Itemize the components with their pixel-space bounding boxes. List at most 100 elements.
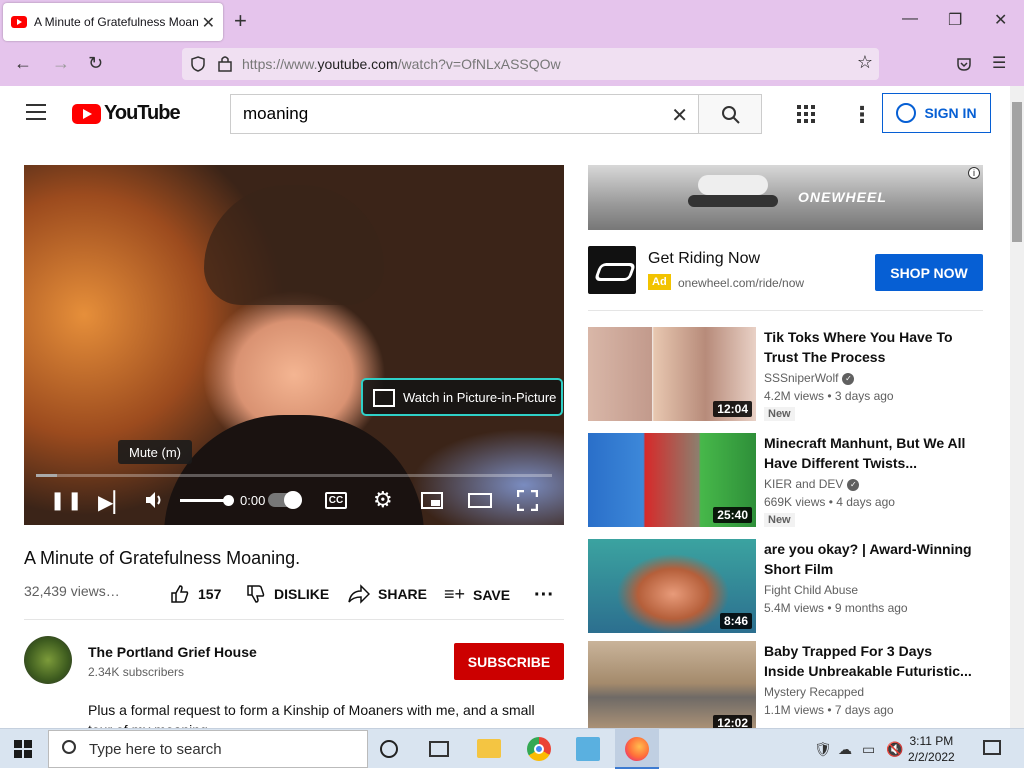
search-input[interactable] bbox=[231, 95, 651, 133]
verified-icon: ✓ bbox=[842, 372, 855, 385]
lock-icon[interactable] bbox=[218, 55, 232, 73]
video-title: A Minute of Gratefulness Moaning. bbox=[24, 548, 301, 568]
page-scrollbar[interactable] bbox=[1010, 86, 1024, 728]
control-panel-icon[interactable] bbox=[576, 737, 600, 761]
shop-now-button[interactable]: SHOP NOW bbox=[875, 254, 983, 291]
widgets-icon[interactable] bbox=[429, 741, 449, 757]
forward-icon[interactable]: → bbox=[52, 53, 70, 74]
reload-icon[interactable]: ↻ bbox=[88, 53, 103, 74]
recommended-video[interactable]: 12:04 Tik Toks Where You Have To Trust T… bbox=[588, 327, 983, 423]
subscribe-button[interactable]: SUBSCRIBE bbox=[454, 643, 564, 680]
save-button[interactable]: ≡+ SAVE bbox=[444, 584, 510, 605]
windows-start-icon[interactable] bbox=[14, 740, 32, 758]
minimize-icon[interactable]: — bbox=[902, 10, 918, 28]
recommended-video[interactable]: 25:40 Minecraft Manhunt, But We All Have… bbox=[588, 433, 983, 529]
video-thumbnail[interactable]: 25:40 bbox=[588, 433, 756, 527]
ad-title[interactable]: Get Riding Now bbox=[648, 250, 760, 268]
fullscreen-icon[interactable] bbox=[517, 490, 538, 511]
settings-gear-icon[interactable]: ⚙ bbox=[373, 487, 393, 513]
like-button[interactable]: 157 bbox=[170, 584, 221, 604]
volume-muted-icon[interactable]: 🔇 bbox=[886, 741, 903, 758]
youtube-logo[interactable]: YouTube bbox=[72, 102, 181, 125]
settings-more-icon[interactable]: ⋮ bbox=[851, 102, 873, 128]
channel-avatar[interactable] bbox=[24, 636, 72, 684]
browser-tab[interactable]: A Minute of Gratefulness Moan ✕ bbox=[3, 3, 223, 41]
recommended-video[interactable]: 12:02 Baby Trapped For 3 Days Inside Unb… bbox=[588, 641, 983, 737]
channel-name[interactable]: The Portland Grief House bbox=[88, 644, 257, 660]
time-display: 0:00 bbox=[240, 493, 266, 508]
advertiser-logo[interactable] bbox=[588, 246, 636, 294]
thumbs-down-icon bbox=[247, 585, 265, 603]
ad-info-icon[interactable]: i bbox=[968, 167, 980, 179]
firefox-taskbar-button[interactable] bbox=[615, 729, 659, 769]
file-explorer-icon[interactable] bbox=[477, 739, 501, 758]
dislike-button[interactable]: DISLIKE bbox=[246, 584, 329, 604]
windows-taskbar: Type here to search 🛡 ☁ ▭ 🔇 3:11 PM 2/2/… bbox=[0, 728, 1024, 769]
pocket-icon[interactable] bbox=[956, 56, 972, 72]
taskbar-search[interactable]: Type here to search bbox=[48, 730, 368, 768]
channel-name: Mystery Recapped bbox=[764, 685, 865, 699]
url-bar[interactable]: https://www.youtube.com/watch?v=OfNLxASS… bbox=[182, 48, 879, 80]
channel-name: Fight Child Abuse bbox=[764, 583, 859, 597]
video-thumbnail[interactable]: 8:46 bbox=[588, 539, 756, 633]
new-tab-icon[interactable]: + bbox=[234, 8, 247, 34]
youtube-favicon-icon bbox=[11, 16, 27, 28]
browser-nav-bar: ← → ↻ https://www.youtube.com/watch?v=Of… bbox=[0, 44, 1024, 86]
progress-bar[interactable] bbox=[36, 474, 552, 477]
channel-name: SSSniperWolf ✓ bbox=[764, 371, 855, 385]
system-clock[interactable]: 3:11 PM 2/2/2022 bbox=[908, 733, 955, 765]
subscriber-count: 2.34K subscribers bbox=[88, 665, 185, 679]
share-icon bbox=[348, 584, 370, 604]
autoplay-toggle[interactable] bbox=[268, 491, 302, 509]
youtube-play-icon bbox=[72, 103, 101, 124]
captions-button[interactable]: CC bbox=[325, 492, 347, 509]
close-tab-icon[interactable]: ✕ bbox=[202, 13, 215, 33]
video-thumbnail[interactable]: 12:02 bbox=[588, 641, 756, 735]
pip-icon bbox=[373, 389, 395, 407]
cloud-icon[interactable]: ☁ bbox=[838, 741, 852, 758]
next-icon[interactable]: ▶▏ bbox=[98, 490, 129, 515]
network-icon[interactable]: ▭ bbox=[862, 741, 875, 758]
video-player[interactable]: Watch in Picture-in-Picture bbox=[24, 165, 564, 525]
security-shield-icon[interactable]: 🛡 bbox=[814, 741, 832, 758]
view-count[interactable]: 32,439 views… bbox=[24, 583, 120, 599]
thumbs-up-icon bbox=[171, 585, 189, 603]
mute-tooltip: Mute (m) bbox=[118, 440, 192, 464]
task-view-icon[interactable] bbox=[380, 740, 398, 758]
ad-banner-image[interactable]: ONEWHEEL i bbox=[588, 165, 983, 230]
miniplayer-icon[interactable] bbox=[421, 492, 443, 509]
theater-mode-icon[interactable] bbox=[468, 493, 492, 508]
recommended-video[interactable]: 8:46 are you okay? | Award-Winning Short… bbox=[588, 539, 983, 635]
pause-icon[interactable]: ❚❚ bbox=[50, 490, 84, 511]
volume-icon[interactable] bbox=[144, 490, 166, 510]
sign-in-button[interactable]: SIGN IN bbox=[882, 93, 991, 133]
menu-icon[interactable]: ☰ bbox=[992, 53, 1006, 73]
youtube-header: YouTube ✕ ⋮ SIGN IN bbox=[0, 86, 1010, 142]
restore-icon[interactable]: ❐ bbox=[948, 10, 962, 30]
share-button[interactable]: SHARE bbox=[348, 584, 427, 604]
clear-search-icon[interactable]: ✕ bbox=[671, 103, 688, 128]
apps-grid-icon[interactable] bbox=[797, 105, 815, 123]
account-icon bbox=[896, 103, 917, 123]
url-text[interactable]: https://www.youtube.com/watch?v=OfNLxASS… bbox=[242, 56, 561, 72]
back-icon[interactable]: ← bbox=[14, 53, 32, 74]
search-button[interactable] bbox=[698, 94, 762, 134]
channel-name: KIER and DEV ✓ bbox=[764, 477, 860, 491]
bookmark-star-icon[interactable]: ☆ bbox=[857, 52, 873, 73]
hamburger-menu-icon[interactable] bbox=[26, 104, 46, 120]
chrome-icon[interactable] bbox=[527, 737, 551, 761]
picture-in-picture-button[interactable]: Watch in Picture-in-Picture bbox=[361, 378, 563, 416]
notifications-icon[interactable] bbox=[983, 740, 1001, 755]
close-window-icon[interactable]: ✕ bbox=[994, 10, 1007, 30]
ad-badge: Ad bbox=[648, 274, 671, 290]
firefox-icon bbox=[625, 737, 649, 761]
browser-tab-bar: A Minute of Gratefulness Moan ✕ + — ❐ ✕ bbox=[0, 0, 1024, 44]
new-badge: New bbox=[764, 407, 795, 421]
new-badge: New bbox=[764, 513, 795, 527]
more-actions-icon[interactable]: ··· bbox=[534, 584, 554, 607]
volume-slider[interactable] bbox=[180, 495, 234, 506]
search-box: ✕ bbox=[230, 94, 698, 134]
search-icon bbox=[722, 106, 740, 124]
shield-icon[interactable] bbox=[190, 56, 206, 72]
video-thumbnail[interactable]: 12:04 bbox=[588, 327, 756, 421]
